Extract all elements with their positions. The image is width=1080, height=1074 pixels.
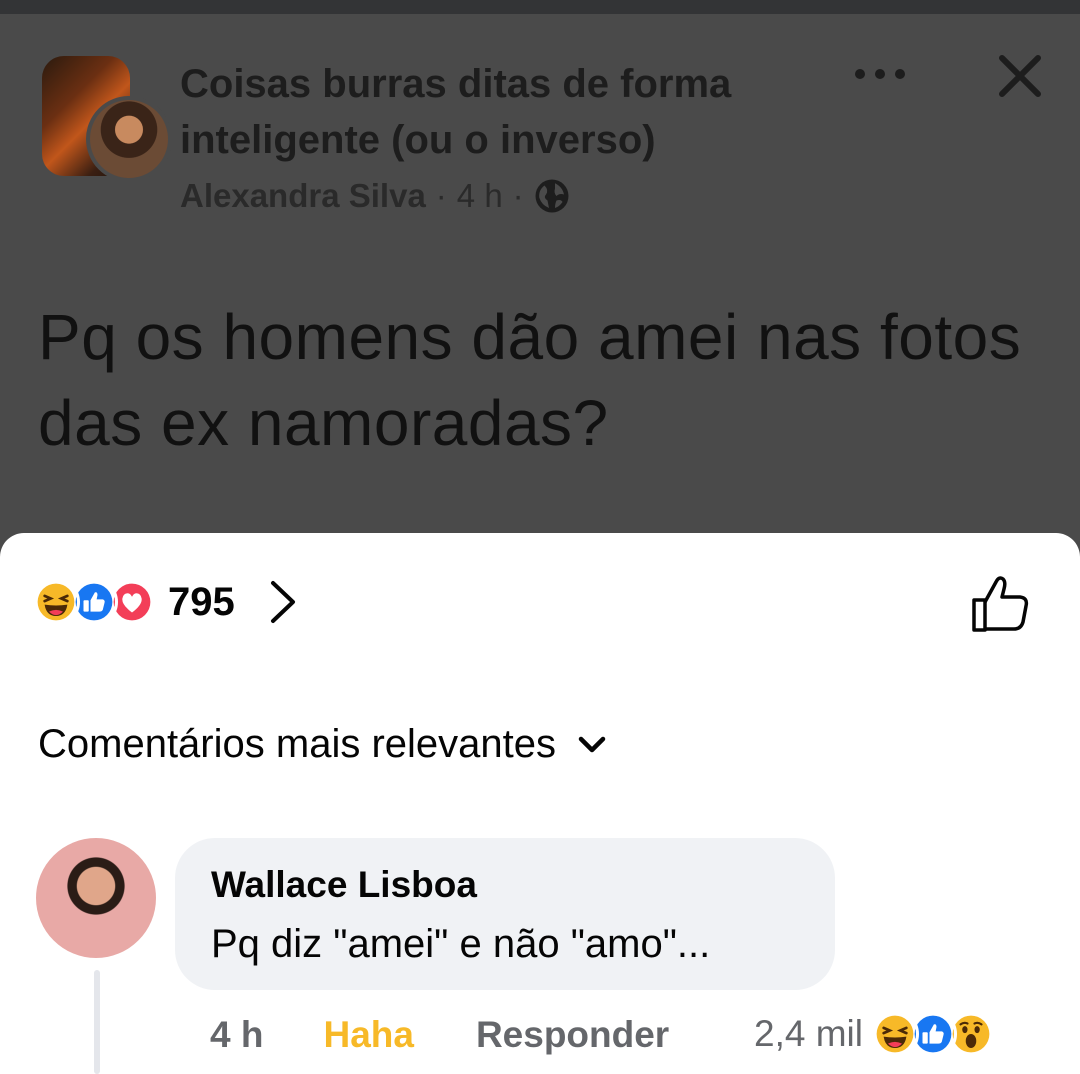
close-icon[interactable]	[996, 52, 1044, 100]
meta-separator: ·	[512, 177, 524, 214]
comment-reaction-count: 2,4 mil	[754, 1013, 863, 1054]
like-button-icon[interactable]	[968, 572, 1032, 636]
status-bar	[0, 0, 1080, 14]
comment-reaction-button[interactable]: Haha	[323, 1014, 413, 1056]
group-name[interactable]: Coisas burras ditas de forma inteligente…	[180, 56, 830, 168]
comment-time[interactable]: 4 h	[210, 1014, 263, 1056]
chevron-right-icon	[270, 581, 295, 623]
comment-author[interactable]: Wallace Lisboa	[211, 864, 477, 906]
reactions-summary[interactable]: 795	[32, 578, 299, 626]
post-text: Pq os homens dão amei nas fotos das ex n…	[38, 301, 1022, 459]
globe-icon	[535, 179, 569, 213]
reaction-count: 795	[168, 579, 235, 624]
comment-reaction-emojis	[870, 1010, 995, 1058]
comment-bubble: Wallace Lisboa Pq diz "amei" e não "amo"…	[175, 838, 835, 990]
haha-emoji-icon	[870, 1010, 919, 1058]
post-meta: Alexandra Silva · 4 h ·	[180, 177, 570, 215]
post-author[interactable]: Alexandra Silva	[180, 177, 426, 215]
meta-separator: ·	[435, 177, 447, 214]
haha-emoji-icon	[32, 578, 80, 626]
commenter-avatar[interactable]	[36, 838, 156, 958]
chevron-down-icon	[578, 736, 606, 752]
comment-reactions-summary[interactable]: 2,4 mil	[754, 1010, 995, 1058]
reaction-emojis	[32, 578, 156, 626]
thread-line	[94, 970, 100, 1074]
author-avatar	[86, 96, 172, 182]
reply-button[interactable]: Responder	[476, 1014, 669, 1056]
group-avatar[interactable]	[42, 56, 172, 182]
post-time[interactable]: 4 h	[457, 177, 503, 215]
sort-label: Comentários mais relevantes	[38, 722, 556, 766]
comment-actions: 4 h Haha Responder	[210, 1014, 669, 1056]
comments-sort-dropdown[interactable]: Comentários mais relevantes	[38, 722, 606, 767]
more-options-icon[interactable]	[850, 56, 910, 92]
comment-text: Pq diz "amei" e não "amo"...	[211, 922, 711, 966]
